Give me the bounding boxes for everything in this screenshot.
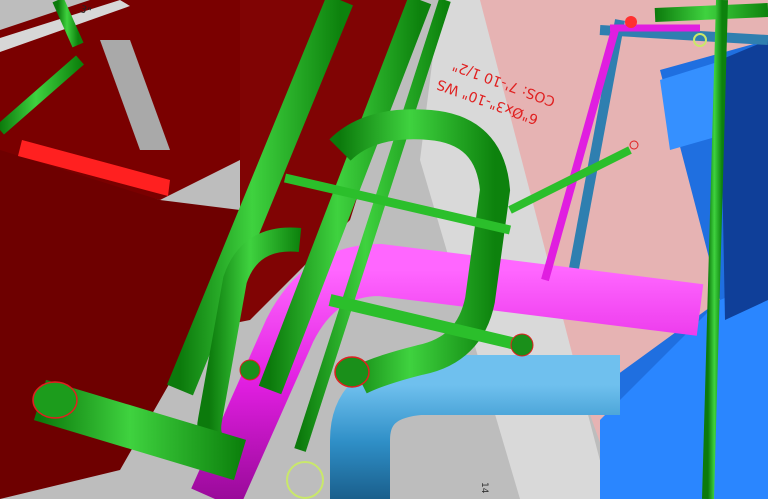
pipe-end-drop[interactable]	[239, 359, 261, 381]
pipe-end-bottom-left[interactable]	[32, 381, 78, 419]
pipe-end-center[interactable]	[334, 356, 370, 388]
model-scene[interactable]	[0, 0, 768, 499]
green-top-right-pipe[interactable]	[654, 3, 768, 22]
pipe-end-right[interactable]	[510, 333, 534, 357]
valve-marker[interactable]	[625, 16, 637, 28]
grid-mark-label: 14	[479, 482, 489, 494]
3d-viewport[interactable]: 6"Øx3"-10" WS COS: 7'-10 1/2" 3" 14	[0, 0, 768, 499]
equipment-unit-side	[720, 40, 768, 320]
